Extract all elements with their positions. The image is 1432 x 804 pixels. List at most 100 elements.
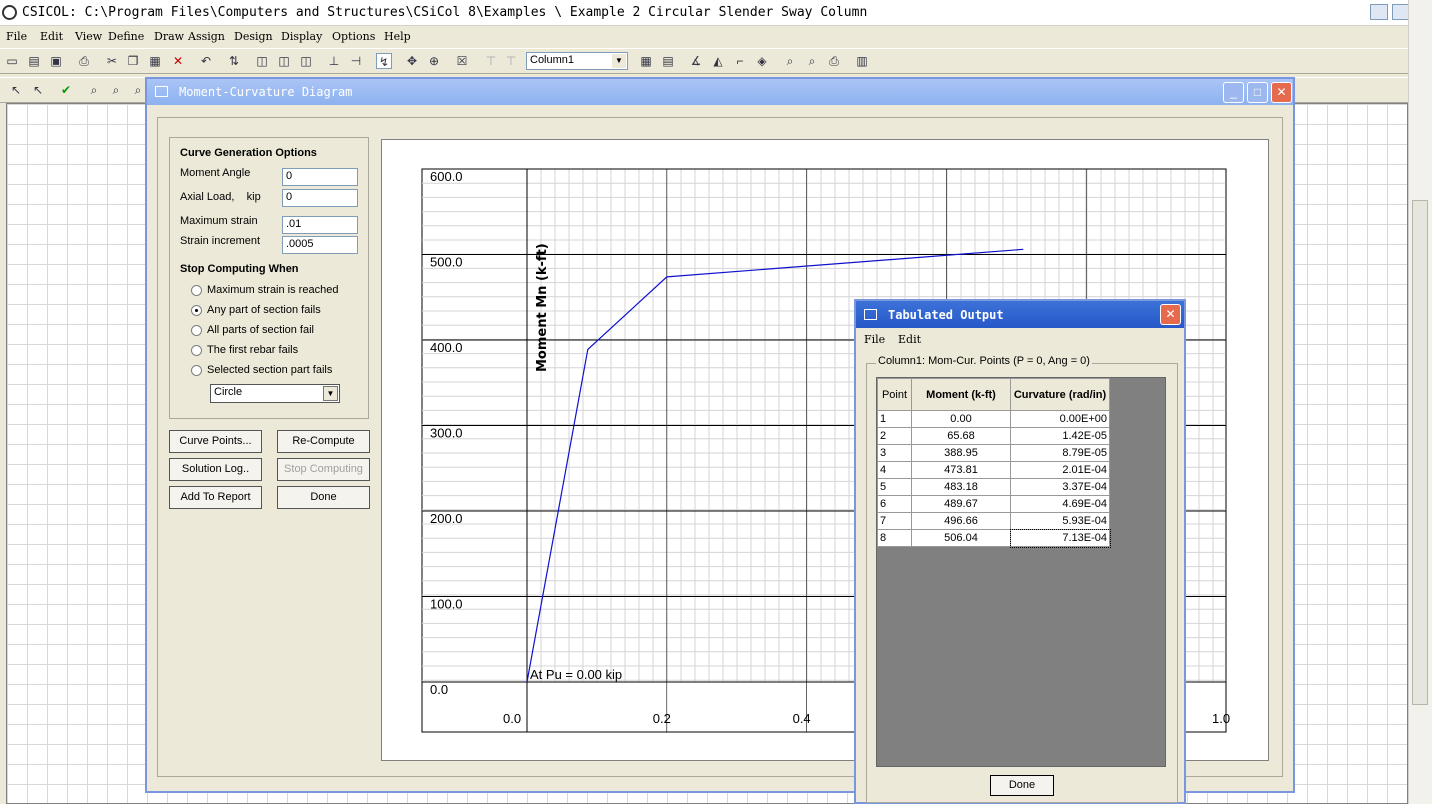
- row-moment[interactable]: 489.67: [911, 495, 1011, 513]
- row-point[interactable]: 2: [877, 427, 912, 445]
- calc-icon[interactable]: ▦: [638, 53, 654, 69]
- minimize-button[interactable]: [1370, 4, 1388, 20]
- chevron-down-icon[interactable]: ▼: [612, 54, 626, 68]
- menu-define[interactable]: Define: [108, 30, 144, 43]
- cut-icon[interactable]: ✂: [104, 53, 120, 69]
- copy-icon[interactable]: ❐: [125, 53, 141, 69]
- menu-options[interactable]: Options: [332, 30, 375, 43]
- row-curvature[interactable]: 5.93E-04: [1010, 512, 1110, 530]
- row-point[interactable]: 8: [877, 529, 912, 547]
- row-moment[interactable]: 483.18: [911, 478, 1011, 496]
- curve-icon[interactable]: ⌐: [732, 53, 748, 69]
- done-button[interactable]: Done: [277, 486, 370, 509]
- table-row[interactable]: 8 506.04 7.13E-04: [877, 528, 1111, 548]
- close-icon[interactable]: ✕: [1271, 82, 1292, 103]
- scroll-thumb[interactable]: [1412, 200, 1428, 705]
- align-icon[interactable]: ⊥: [326, 53, 342, 69]
- report-icon[interactable]: ⎙: [826, 53, 842, 69]
- delete-icon[interactable]: ✕: [170, 53, 186, 69]
- row-moment[interactable]: 65.68: [911, 427, 1011, 445]
- menu-help[interactable]: Help: [384, 30, 411, 43]
- check-icon[interactable]: ☒: [454, 53, 470, 69]
- row-point[interactable]: 6: [877, 495, 912, 513]
- add-to-report-button[interactable]: Add To Report: [169, 486, 262, 509]
- zoom-in-icon[interactable]: ⌕: [108, 82, 124, 98]
- radio-selected-part-fails[interactable]: [191, 365, 202, 376]
- undo-icon[interactable]: ↶: [198, 53, 214, 69]
- table-icon[interactable]: ▤: [660, 53, 676, 69]
- shape-icon[interactable]: ◫: [254, 53, 270, 69]
- column-select[interactable]: Column1 ▼: [526, 52, 628, 70]
- save-icon[interactable]: ▣: [48, 53, 64, 69]
- maximize-icon[interactable]: □: [1247, 82, 1268, 103]
- zoom-out-icon[interactable]: ⌕: [130, 82, 146, 98]
- solution-log-button[interactable]: Solution Log..: [169, 458, 262, 481]
- menu-assign[interactable]: Assign: [188, 30, 225, 43]
- table-row[interactable]: 4 473.81 2.01E-04: [877, 461, 1110, 479]
- interaction-icon[interactable]: ◭: [710, 53, 726, 69]
- reshape-icon[interactable]: ↖: [30, 82, 46, 98]
- table-row[interactable]: 7 496.66 5.93E-04: [877, 512, 1110, 530]
- table-row[interactable]: 5 483.18 3.37E-04: [877, 478, 1110, 496]
- zoom-icon[interactable]: ⌕: [86, 82, 102, 98]
- vertical-scrollbar[interactable]: [1408, 0, 1432, 804]
- moment-angle-input[interactable]: 0: [282, 168, 358, 186]
- row-curvature[interactable]: 2.01E-04: [1010, 461, 1110, 479]
- recompute-button[interactable]: Re-Compute: [277, 430, 370, 453]
- radio-all-parts-fail[interactable]: [191, 325, 202, 336]
- menu-file[interactable]: File: [6, 30, 27, 43]
- dimension-icon[interactable]: ⊣: [348, 53, 364, 69]
- row-moment[interactable]: 506.04: [911, 529, 1011, 547]
- table-row[interactable]: 6 489.67 4.69E-04: [877, 495, 1110, 513]
- radio-max-strain[interactable]: [191, 285, 202, 296]
- row-curvature[interactable]: 7.13E-04: [1009, 528, 1111, 548]
- shape2-icon[interactable]: ◫: [276, 53, 292, 69]
- row-point[interactable]: 5: [877, 478, 912, 496]
- close-icon[interactable]: ✕: [1160, 304, 1181, 325]
- axis-icon[interactable]: ∡: [688, 53, 704, 69]
- row-moment[interactable]: 496.66: [911, 512, 1011, 530]
- menu-draw[interactable]: Draw: [154, 30, 184, 43]
- diagram-icon[interactable]: ◈: [754, 53, 770, 69]
- row-curvature[interactable]: 8.79E-05: [1010, 444, 1110, 462]
- row-moment[interactable]: 388.95: [911, 444, 1011, 462]
- table-row[interactable]: 2 65.68 1.42E-05: [877, 427, 1110, 445]
- table-row[interactable]: 1 0.00 0.00E+00: [877, 410, 1110, 428]
- paste-icon[interactable]: ▦: [147, 53, 163, 69]
- book-icon[interactable]: ▥: [854, 53, 870, 69]
- menu-display[interactable]: Display: [281, 30, 322, 43]
- print-icon[interactable]: ⎙: [76, 53, 92, 69]
- pointer-icon[interactable]: ↖: [8, 82, 24, 98]
- row-curvature[interactable]: 4.69E-04: [1010, 495, 1110, 513]
- center-icon[interactable]: ⊕: [426, 53, 442, 69]
- row-curvature[interactable]: 0.00E+00: [1010, 410, 1110, 428]
- checkmark-icon[interactable]: ✔: [58, 82, 74, 98]
- find-icon[interactable]: ⌕: [782, 53, 798, 69]
- tab-done-button[interactable]: Done: [990, 775, 1054, 796]
- minimize-icon[interactable]: _: [1223, 82, 1244, 103]
- table-row[interactable]: 3 388.95 8.79E-05: [877, 444, 1110, 462]
- row-point[interactable]: 3: [877, 444, 912, 462]
- mirror-icon[interactable]: ⇅: [226, 53, 242, 69]
- row-point[interactable]: 4: [877, 461, 912, 479]
- find2-icon[interactable]: ⌕: [804, 53, 820, 69]
- move-icon[interactable]: ✥: [404, 53, 420, 69]
- tab-menu-edit[interactable]: Edit: [898, 333, 921, 346]
- row-curvature[interactable]: 3.37E-04: [1010, 478, 1110, 496]
- open-icon[interactable]: ▤: [26, 53, 42, 69]
- curve-points-button[interactable]: Curve Points...: [169, 430, 262, 453]
- radio-any-part-fails[interactable]: [191, 305, 202, 316]
- points-grid[interactable]: Point Moment (k-ft) Curvature (rad/in) 1…: [876, 377, 1166, 767]
- row-curvature[interactable]: 1.42E-05: [1010, 427, 1110, 445]
- row-point[interactable]: 7: [877, 512, 912, 530]
- section-part-select[interactable]: Circle ▼: [210, 384, 340, 403]
- max-strain-input[interactable]: .01: [282, 216, 358, 234]
- menu-edit[interactable]: Edit: [40, 30, 63, 43]
- row-moment[interactable]: 0.00: [911, 410, 1011, 428]
- chevron-down-icon[interactable]: ▼: [323, 386, 338, 401]
- new-icon[interactable]: ▭: [4, 53, 20, 69]
- strain-increment-input[interactable]: .0005: [282, 236, 358, 254]
- shape3-icon[interactable]: ◫: [298, 53, 314, 69]
- row-moment[interactable]: 473.81: [911, 461, 1011, 479]
- menu-design[interactable]: Design: [234, 30, 273, 43]
